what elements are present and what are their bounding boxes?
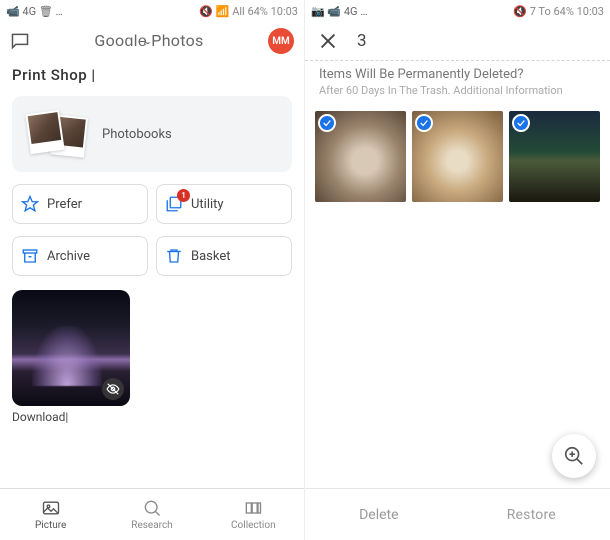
status-bar: 📹 4G 🗑 … 🔇 📶 All 64% 10:03 <box>0 0 304 22</box>
trash-icon <box>165 247 183 265</box>
hidden-icon <box>102 378 124 400</box>
utility-badge: 1 <box>177 189 190 202</box>
download-label: Download| <box>12 406 292 428</box>
warning-subtitle: After 60 Days In The Trash. Additional I… <box>319 84 596 97</box>
status-right-r: 🔇 7 To 64% 10:03 <box>513 5 604 18</box>
status-left-r: 📷 📹 4G … <box>311 5 368 18</box>
restore-button[interactable]: Restore <box>507 507 556 523</box>
delete-button[interactable]: Delete <box>359 507 398 523</box>
archive-icon <box>21 247 39 265</box>
selection-header: 3 <box>305 22 610 60</box>
prefer-label: Prefer <box>47 197 82 212</box>
status-left: 📹 4G 🗑 … <box>6 5 63 18</box>
search-icon <box>142 498 162 518</box>
status-right: 🔇 📶 All 64% 10:03 <box>199 5 298 18</box>
status-bar-r: 📷 📹 4G … 🔇 7 To 64% 10:03 <box>305 0 610 22</box>
basket-label: Basket <box>191 249 231 264</box>
nav-research[interactable]: Research <box>101 489 202 540</box>
bottom-actions: Delete Restore <box>305 488 610 540</box>
avatar[interactable]: MM <box>268 28 294 54</box>
warning-banner: Items Will Be Permanently Deleted? After… <box>305 60 610 101</box>
zoom-fab[interactable] <box>552 434 596 478</box>
utility-label: Utility <box>191 197 224 212</box>
nav-picture-label: Picture <box>35 520 66 531</box>
nav-picture[interactable]: Picture <box>0 489 101 540</box>
photobooks-label: Photobooks <box>102 127 172 142</box>
nav-collection-label: Collection <box>231 520 276 531</box>
picture-icon <box>41 498 61 518</box>
utility-button[interactable]: 1 Utility <box>156 184 292 224</box>
photobooks-card[interactable]: Photobooks <box>12 96 292 172</box>
close-icon[interactable] <box>317 30 339 52</box>
trash-item[interactable] <box>412 111 503 202</box>
prefer-button[interactable]: Prefer <box>12 184 148 224</box>
check-icon <box>415 114 433 132</box>
selection-count: 3 <box>357 31 367 51</box>
check-icon <box>512 114 530 132</box>
star-icon <box>21 195 39 213</box>
trash-item[interactable] <box>509 111 600 202</box>
app-header: Gooɑle̴ Photos MM <box>0 22 304 60</box>
nav-research-label: Research <box>131 520 172 531</box>
section-title: Print Shop | <box>0 60 304 90</box>
check-icon <box>318 114 336 132</box>
polaroid-icon <box>28 110 90 158</box>
right-screen: 📷 📹 4G … 🔇 7 To 64% 10:03 3 Items Will B… <box>305 0 610 540</box>
archive-label: Archive <box>47 249 90 264</box>
magnify-plus-icon <box>563 445 585 467</box>
warning-title: Items Will Be Permanently Deleted? <box>319 65 596 84</box>
basket-button[interactable]: Basket <box>156 236 292 276</box>
bottom-nav: Picture Research Collection <box>0 488 304 540</box>
photo-thumbnail[interactable] <box>12 290 130 406</box>
left-screen: 📹 4G 🗑 … 🔇 📶 All 64% 10:03 Gooɑle̴ Photo… <box>0 0 305 540</box>
trash-grid <box>305 101 610 212</box>
trash-item[interactable] <box>315 111 406 202</box>
archive-button[interactable]: Archive <box>12 236 148 276</box>
nav-collection[interactable]: Collection <box>203 489 304 540</box>
app-title: Gooɑle̴ Photos <box>40 31 258 51</box>
collection-icon <box>243 498 263 518</box>
chat-icon[interactable] <box>10 31 30 51</box>
